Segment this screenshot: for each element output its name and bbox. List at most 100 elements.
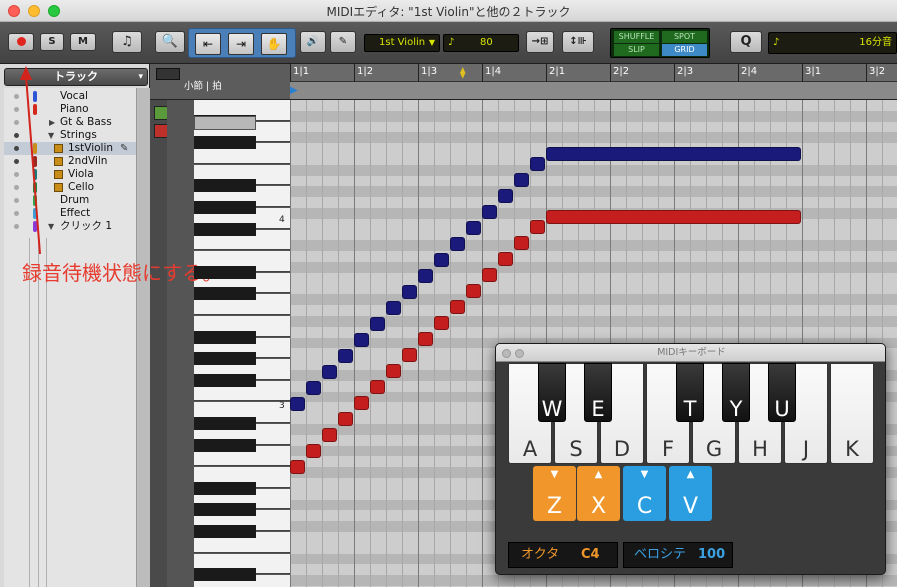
midi-note[interactable] bbox=[466, 221, 481, 235]
piano-black-key[interactable] bbox=[194, 417, 256, 430]
midi-note[interactable] bbox=[306, 444, 321, 458]
black-key-e[interactable]: E bbox=[584, 363, 612, 422]
midi-note[interactable] bbox=[530, 157, 545, 171]
octave-control-v[interactable]: ▲ V bbox=[669, 466, 712, 521]
midi-note[interactable] bbox=[482, 205, 497, 219]
midi-note[interactable] bbox=[338, 412, 353, 426]
cursor-marker-icon[interactable]: ⧫ bbox=[460, 66, 465, 79]
mode-grid[interactable]: GRID bbox=[662, 44, 707, 56]
midi-note[interactable] bbox=[386, 364, 401, 378]
track-select-dropdown[interactable]: 1st Violin ▼ bbox=[364, 34, 440, 52]
track-name: Gt & Bass bbox=[60, 116, 112, 128]
piano-black-key[interactable] bbox=[194, 201, 256, 214]
minimize-window-button[interactable] bbox=[515, 349, 524, 358]
mirror-button[interactable]: →⊞ bbox=[526, 31, 554, 53]
midi-note[interactable] bbox=[290, 397, 305, 411]
piano-black-key[interactable] bbox=[194, 330, 256, 344]
speaker-tool-button[interactable]: 🔊 bbox=[300, 31, 326, 53]
midi-keyboard-title: MIDIキーボード bbox=[496, 344, 885, 362]
midi-note[interactable] bbox=[386, 301, 401, 315]
midi-note[interactable] bbox=[450, 237, 465, 251]
midi-note[interactable] bbox=[402, 285, 417, 299]
midi-note[interactable] bbox=[498, 252, 513, 266]
mode-spot[interactable]: SPOT bbox=[662, 31, 707, 43]
zoom-tool-button[interactable]: 🔍 bbox=[155, 31, 185, 53]
solo-button[interactable]: S bbox=[40, 33, 64, 51]
grabber-tool-button[interactable]: ✋ bbox=[261, 33, 287, 55]
quantize-button[interactable]: Q bbox=[730, 31, 762, 53]
piano-black-key[interactable] bbox=[194, 352, 256, 366]
music-note-button[interactable]: ♫ bbox=[112, 31, 142, 53]
midi-note[interactable] bbox=[354, 333, 369, 347]
grid-line bbox=[338, 100, 339, 587]
piano-black-key[interactable] bbox=[194, 265, 256, 279]
octave-status: オクタ C4 bbox=[508, 542, 618, 568]
piano-black-key[interactable] bbox=[194, 222, 256, 236]
white-key-label: H bbox=[752, 437, 768, 461]
midi-note[interactable] bbox=[498, 189, 513, 203]
piano-roll-keys[interactable]: 43 bbox=[167, 100, 290, 587]
midi-note[interactable] bbox=[290, 460, 305, 474]
midi-note[interactable] bbox=[466, 284, 481, 298]
trim-tool-button[interactable]: ⇤ bbox=[195, 33, 221, 55]
midi-note[interactable] bbox=[514, 236, 529, 250]
midi-note[interactable] bbox=[546, 210, 801, 224]
notes-view-toggle[interactable] bbox=[154, 106, 168, 120]
midi-note[interactable] bbox=[402, 348, 417, 362]
mode-shuffle[interactable]: SHUFFLE bbox=[614, 31, 659, 43]
midi-note[interactable] bbox=[306, 381, 321, 395]
piano-black-key[interactable] bbox=[194, 373, 256, 387]
black-key-w[interactable]: W bbox=[538, 363, 566, 422]
track-name: 2ndViln bbox=[68, 155, 108, 167]
midi-note[interactable] bbox=[418, 269, 433, 283]
black-key-y[interactable]: Y bbox=[722, 363, 750, 422]
midi-note[interactable] bbox=[434, 316, 449, 330]
pencil-tool-button[interactable]: ✎ bbox=[330, 31, 356, 53]
white-key-k[interactable]: K bbox=[830, 363, 874, 464]
black-key-u[interactable]: U bbox=[768, 363, 796, 422]
mode-slip[interactable]: SLIP bbox=[614, 44, 659, 56]
midi-note[interactable] bbox=[322, 365, 337, 379]
menu-chevron-icon[interactable]: ▾ bbox=[138, 69, 143, 85]
track-list-scrollbar[interactable] bbox=[136, 88, 150, 587]
midi-note[interactable] bbox=[514, 173, 529, 187]
piano-black-key[interactable] bbox=[194, 503, 256, 517]
tab-to-transient-button[interactable]: ↕⊪ bbox=[562, 31, 594, 53]
grid-value-display[interactable]: ♪ 16分音 bbox=[768, 32, 897, 54]
black-key-t[interactable]: T bbox=[676, 363, 704, 422]
piano-black-key[interactable] bbox=[194, 287, 256, 301]
midi-note[interactable] bbox=[338, 349, 353, 363]
ruler-menu-icon[interactable] bbox=[156, 68, 180, 80]
octave-control-c[interactable]: ▼ C bbox=[623, 466, 666, 521]
mute-button[interactable]: M bbox=[70, 33, 96, 51]
record-arm-button[interactable] bbox=[8, 33, 34, 51]
midi-note[interactable] bbox=[546, 147, 801, 161]
bar-beat-ruler[interactable]: 1|1 1|2 1|3 1|4 2|1 2|2 2|3 2|4 3|1 3|2 ⧫ bbox=[290, 64, 897, 82]
piano-black-key[interactable] bbox=[194, 136, 256, 150]
velocity-display[interactable]: ♪ 80 bbox=[443, 34, 519, 52]
track-divider-line bbox=[38, 238, 39, 587]
ruler-tick bbox=[418, 64, 419, 82]
midi-note[interactable] bbox=[354, 396, 369, 410]
midi-note[interactable] bbox=[450, 300, 465, 314]
midi-note[interactable] bbox=[434, 253, 449, 267]
piano-black-key[interactable] bbox=[194, 179, 256, 193]
midi-note[interactable] bbox=[322, 428, 337, 442]
midi-note[interactable] bbox=[370, 317, 385, 331]
midi-note[interactable] bbox=[530, 220, 545, 234]
piano-black-key[interactable] bbox=[194, 481, 256, 495]
piano-black-key[interactable] bbox=[194, 438, 256, 452]
highlighted-piano-key[interactable] bbox=[194, 116, 256, 130]
piano-black-key[interactable] bbox=[194, 525, 256, 538]
selector-tool-button[interactable]: ⇥ bbox=[228, 33, 254, 55]
piano-black-key[interactable] bbox=[194, 568, 256, 582]
velocity-view-toggle[interactable] bbox=[154, 124, 168, 138]
octave-control-x[interactable]: ▲ X bbox=[577, 466, 620, 521]
octave-control-z[interactable]: ▼ Z bbox=[533, 466, 576, 521]
close-window-button[interactable] bbox=[502, 349, 511, 358]
midi-note[interactable] bbox=[482, 268, 497, 282]
midi-note[interactable] bbox=[370, 380, 385, 394]
playhead-marker-icon[interactable]: ▶ bbox=[290, 85, 298, 96]
marker-ruler[interactable]: ▶ bbox=[290, 82, 897, 100]
midi-note[interactable] bbox=[418, 332, 433, 346]
